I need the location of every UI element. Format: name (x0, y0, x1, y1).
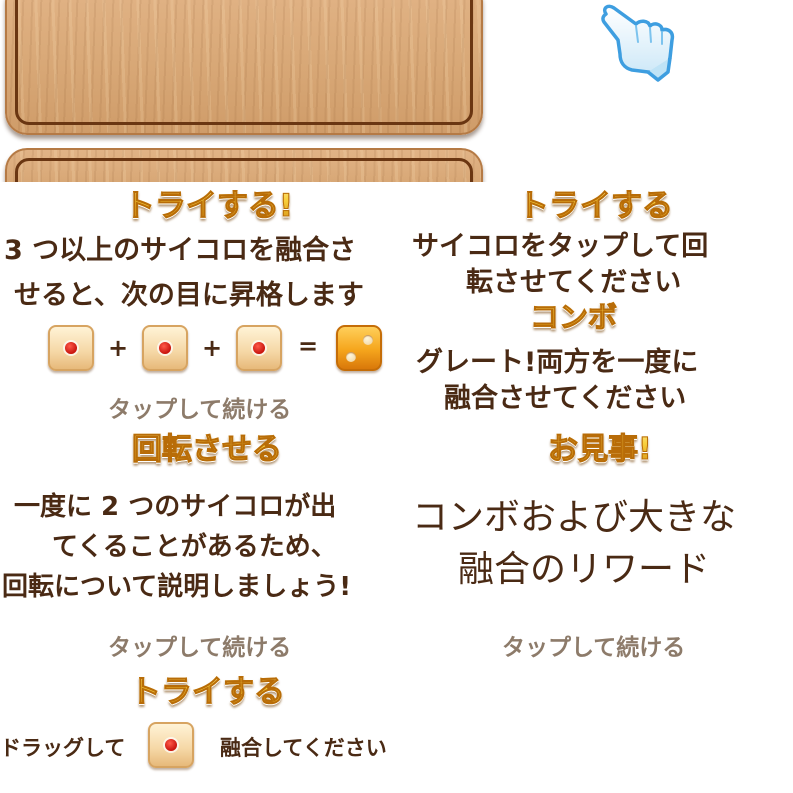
rotate-body-line-3: 回転について説明しましょう! (2, 572, 352, 602)
tap-to-continue-1[interactable]: タップして続ける (108, 390, 291, 424)
tap-to-continue-3[interactable]: タップして続ける (502, 628, 685, 662)
die-one-icon[interactable] (148, 722, 194, 768)
wood-board-top (5, 0, 483, 135)
rotate-body-line-2: てくることがあるため、 (52, 532, 337, 562)
pointing-hand-icon (601, 4, 675, 82)
drag-title: トライする (130, 666, 286, 711)
die-one-icon (236, 325, 282, 371)
rotate-title: 回転させる (132, 424, 283, 468)
tap-to-continue-2[interactable]: タップして続ける (108, 628, 291, 662)
combo-body-line-2: 融合させてください (444, 383, 687, 414)
drag-left-label: ドラッグして (0, 736, 126, 760)
plus-operator: + (108, 334, 129, 362)
nice-body-line-2: 融合のリワード (458, 549, 711, 590)
try-body-line-1: 3 つ以上のサイコロを融合さ (4, 235, 357, 266)
die-one-icon (142, 325, 188, 371)
die-two-gold-icon (336, 325, 382, 371)
die-one-icon (48, 325, 94, 371)
try-body-2-line-1: サイコロをタップして回 (412, 231, 709, 262)
rotate-body-line-1: 一度に 2 つのサイコロが出 (14, 492, 337, 522)
nice-body-line-1: コンボおよび大きな (412, 497, 737, 538)
try-title: トライする! (123, 180, 293, 225)
try-title-2: トライする (518, 180, 674, 225)
equals-operator: = (298, 332, 319, 360)
nice-title: お見事! (548, 424, 653, 468)
combo-body-line-1: グレート!両方を一度に (416, 347, 699, 378)
plus-operator: + (202, 334, 223, 362)
try-body-line-2: せると、次の目に昇格します (14, 280, 364, 311)
drag-right-label: 融合してください (220, 736, 387, 760)
combo-title: コンボ (529, 294, 617, 336)
